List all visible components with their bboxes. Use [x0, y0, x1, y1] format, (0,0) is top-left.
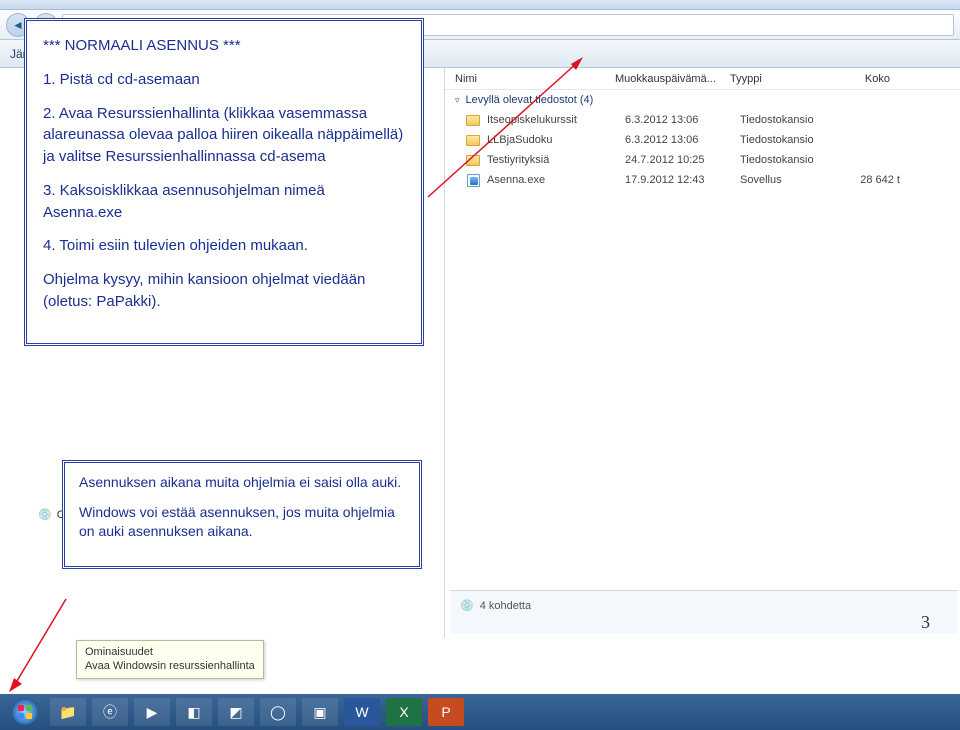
instruction-title: *** NORMAALI ASENNUS ***	[43, 35, 405, 57]
instruction-text: Windows voi estää asennuksen, jos muita …	[79, 503, 405, 542]
file-type: Tiedostokansio	[740, 134, 840, 146]
group-label: Levyllä olevat tiedostot (4)	[466, 94, 594, 106]
instruction-text: Ohjelma kysyy, mihin kansioon ohjelmat v…	[43, 269, 405, 313]
window-titlebar	[0, 0, 960, 10]
file-date: 24.7.2012 10:25	[625, 154, 740, 166]
folder-icon	[465, 152, 481, 168]
taskbar: 📁 ⓔ ▶ ◧ ◩ ◯ ▣ W X P	[0, 694, 960, 730]
taskbar-icon-explorer[interactable]: 📁	[50, 698, 86, 726]
status-bar: 💿 4 kohdetta	[450, 590, 958, 634]
tooltip-line: Ominaisuudet	[85, 645, 255, 659]
file-type: Sovellus	[740, 174, 840, 186]
list-item[interactable]: Testiyrityksiä 24.7.2012 10:25 Tiedostok…	[445, 150, 960, 170]
column-modified[interactable]: Muokkauspäivämä...	[615, 73, 730, 85]
start-button[interactable]	[6, 697, 44, 727]
file-name: Itseopiskelukurssit	[487, 114, 625, 126]
taskbar-icon-chrome[interactable]: ◯	[260, 698, 296, 726]
taskbar-icon-word[interactable]: W	[344, 698, 380, 726]
disc-icon: 💿	[460, 599, 474, 612]
file-name: Asenna.exe	[487, 174, 625, 186]
column-type[interactable]: Tyyppi	[730, 73, 830, 85]
column-size[interactable]: Koko	[830, 73, 890, 85]
collapse-triangle-icon: ▿	[455, 95, 460, 106]
taskbar-icon-excel[interactable]: X	[386, 698, 422, 726]
file-date: 6.3.2012 13:06	[625, 114, 740, 126]
file-date: 17.9.2012 12:43	[625, 174, 740, 186]
list-item[interactable]: Asenna.exe 17.9.2012 12:43 Sovellus 28 6…	[445, 170, 960, 190]
file-list-pane: Nimi Muokkauspäivämä... Tyyppi Koko ▿ Le…	[445, 68, 960, 638]
column-name[interactable]: Nimi	[455, 73, 615, 85]
taskbar-icon-app1[interactable]: ◧	[176, 698, 212, 726]
item-count: 4 kohdetta	[480, 600, 531, 612]
taskbar-icon-mediaplayer[interactable]: ▶	[134, 698, 170, 726]
file-name: Testiyrityksiä	[487, 154, 625, 166]
instruction-text: 3. Kaksoisklikkaa asennusohjelman nimeä …	[43, 180, 405, 224]
file-type: Tiedostokansio	[740, 154, 840, 166]
taskbar-icon-app3[interactable]: ▣	[302, 698, 338, 726]
file-size: 28 642 t	[840, 174, 900, 186]
tooltip-line: Avaa Windowsin resurssienhallinta	[85, 659, 255, 673]
application-icon	[465, 172, 481, 188]
folder-icon	[465, 112, 481, 128]
instruction-text: 4. Toimi esiin tulevien ohjeiden mukaan.	[43, 235, 405, 257]
taskbar-icon-powerpoint[interactable]: P	[428, 698, 464, 726]
page-number: 3	[921, 612, 930, 633]
disc-icon: 💿	[38, 508, 52, 521]
column-header-row[interactable]: Nimi Muokkauspäivämä... Tyyppi Koko	[445, 68, 960, 90]
instruction-overlay-1: *** NORMAALI ASENNUS *** 1. Pistä cd cd-…	[24, 18, 424, 346]
taskbar-icon-ie[interactable]: ⓔ	[92, 698, 128, 726]
instruction-text: Asennuksen aikana muita ohjelmia ei sais…	[79, 473, 405, 493]
taskbar-icon-app2[interactable]: ◩	[218, 698, 254, 726]
instruction-overlay-2: Asennuksen aikana muita ohjelmia ei sais…	[62, 460, 422, 569]
file-name: LLBjaSudoku	[487, 134, 625, 146]
context-tooltip: Ominaisuudet Avaa Windowsin resurssienha…	[76, 640, 264, 679]
file-date: 6.3.2012 13:06	[625, 134, 740, 146]
windows-logo-icon	[11, 698, 39, 726]
instruction-text: 2. Avaa Resurssienhallinta (klikkaa vase…	[43, 103, 405, 168]
folder-icon	[465, 132, 481, 148]
list-item[interactable]: Itseopiskelukurssit 6.3.2012 13:06 Tiedo…	[445, 110, 960, 130]
list-item[interactable]: LLBjaSudoku 6.3.2012 13:06 Tiedostokansi…	[445, 130, 960, 150]
instruction-text: 1. Pistä cd cd-asemaan	[43, 69, 405, 91]
file-type: Tiedostokansio	[740, 114, 840, 126]
file-group-header[interactable]: ▿ Levyllä olevat tiedostot (4)	[445, 90, 960, 110]
